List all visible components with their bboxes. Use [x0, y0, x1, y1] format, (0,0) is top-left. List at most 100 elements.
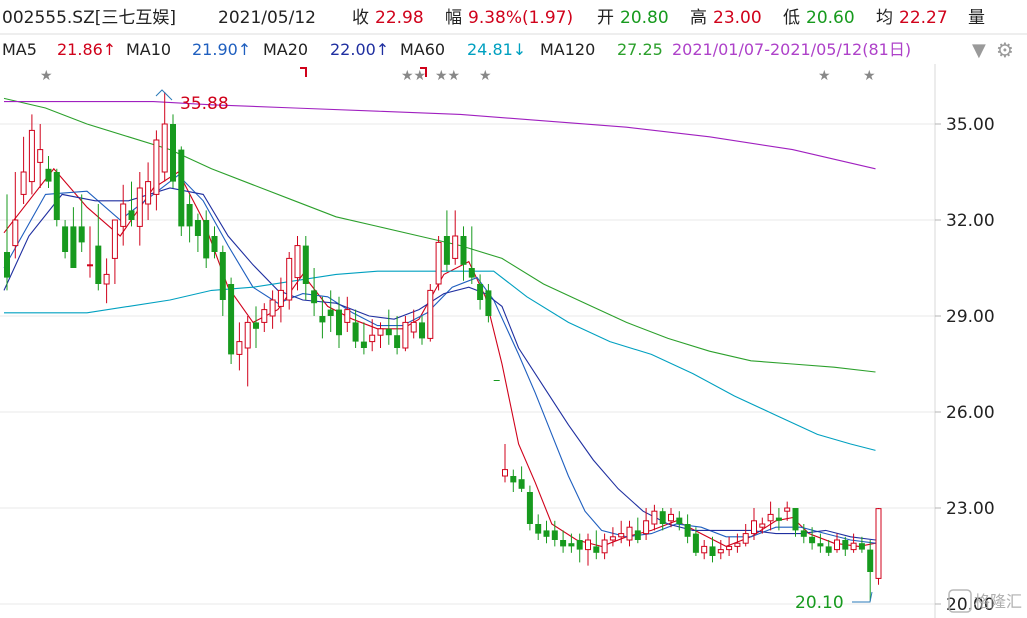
- y-axis-ticks: 35.0032.0029.0026.0023.0020.00: [935, 115, 995, 615]
- event-star-icon[interactable]: ★: [479, 68, 492, 84]
- candle: [543, 520, 550, 544]
- event-star-icon[interactable]: ★: [40, 68, 53, 84]
- candle: [609, 527, 616, 547]
- low-value: 20.60: [806, 8, 855, 28]
- candle-body: [37, 149, 44, 163]
- candle-body: [701, 545, 708, 554]
- candle: [145, 162, 152, 220]
- candle-body: [369, 334, 376, 343]
- candle-body: [360, 341, 367, 348]
- candle: [394, 316, 401, 355]
- candle: [120, 184, 127, 246]
- range-value: 9.38%(1.97): [468, 8, 573, 28]
- range-label: 幅: [445, 8, 462, 28]
- candle-body: [502, 469, 508, 477]
- candle-body: [485, 290, 492, 316]
- candle-body: [535, 524, 542, 534]
- candle: [435, 236, 442, 291]
- candle-body: [277, 289, 284, 307]
- event-star-icon[interactable]: ★★: [435, 68, 460, 84]
- candle-body: [551, 530, 558, 540]
- watermark-text: 格隆汇: [974, 592, 1022, 611]
- candle-body: [659, 511, 666, 524]
- candle-body: [194, 220, 201, 236]
- candle: [236, 322, 243, 371]
- event-star-icon[interactable]: ★★: [401, 68, 426, 84]
- ma20-value: 22.00↑: [330, 40, 389, 59]
- candle-body: [111, 219, 118, 259]
- ma10-name: MA10: [126, 40, 171, 59]
- ma20-name: MA20: [263, 40, 308, 59]
- candle-body: [834, 539, 840, 551]
- close-value: 22.98: [375, 8, 424, 28]
- candle-body: [510, 476, 517, 483]
- event-star-icon[interactable]: ★: [863, 68, 876, 84]
- candle: [576, 533, 583, 563]
- candle: [294, 236, 301, 291]
- flag-marker-icon[interactable]: [300, 67, 307, 77]
- candle: [170, 114, 176, 188]
- candle: [360, 322, 367, 355]
- candle: [468, 226, 475, 284]
- candle-body: [12, 219, 19, 247]
- candle: [452, 210, 459, 265]
- candle-body: [709, 546, 716, 556]
- candle-body: [643, 520, 650, 535]
- settings-gear-icon[interactable]: ⚙: [996, 38, 1014, 62]
- candle: [228, 277, 235, 364]
- candle: [87, 226, 93, 278]
- candle: [20, 136, 27, 204]
- candle-body: [62, 226, 69, 252]
- candle: [211, 226, 218, 259]
- avg-value: 22.27: [899, 8, 948, 28]
- candle-body: [742, 533, 749, 544]
- low-label: 低: [783, 8, 800, 28]
- candle-body: [103, 273, 110, 285]
- candle-body: [717, 549, 724, 554]
- candle: [45, 156, 52, 188]
- candle-body: [244, 321, 251, 349]
- dropdown-triangle-icon[interactable]: ▼: [972, 40, 986, 61]
- close-label: 收: [352, 8, 369, 28]
- y-tick-label: 29.00: [946, 307, 995, 327]
- candle: [4, 194, 10, 291]
- open-label: 开: [597, 8, 614, 28]
- candle-body: [867, 549, 874, 572]
- ma-legend: MA5 21.86↑ MA10 21.90↑ MA20 22.00↑ MA60 …: [2, 38, 1014, 62]
- event-markers: ★ ★★ ★★ ★ ★ ★: [40, 67, 876, 84]
- candle-body: [336, 309, 342, 336]
- candle-body: [344, 309, 351, 323]
- ma10-value: 21.90↑: [192, 40, 251, 59]
- low-price-label: 20.10: [795, 593, 844, 613]
- candle-body: [767, 513, 774, 522]
- candle-body: [219, 252, 226, 300]
- candle: [867, 540, 874, 601]
- candle-body: [78, 226, 85, 243]
- candle-body: [70, 226, 77, 268]
- candle-body: [253, 322, 259, 329]
- kline-chart[interactable]: 002555.SZ[三七互娱] 2021/05/12 收 22.98 幅 9.3…: [0, 0, 1027, 618]
- candle: [128, 181, 135, 227]
- candle-body: [468, 268, 475, 278]
- candle: [526, 485, 533, 531]
- candle-body: [568, 543, 575, 547]
- candle: [336, 296, 342, 348]
- volume-label: 量: [968, 8, 985, 28]
- ma60-name: MA60: [400, 40, 445, 59]
- candle-body: [784, 507, 791, 512]
- candle: [410, 309, 417, 339]
- ma250-line: [4, 101, 876, 170]
- candle: [510, 469, 517, 492]
- candle: [194, 213, 201, 252]
- candle: [560, 530, 567, 553]
- candle-body: [203, 220, 210, 259]
- candle-body: [609, 536, 616, 541]
- candle-body: [651, 510, 658, 525]
- event-star-icon[interactable]: ★: [818, 68, 831, 84]
- header-bar: 002555.SZ[三七互娱] 2021/05/12 收 22.98 幅 9.3…: [2, 8, 985, 28]
- candle-body: [427, 289, 434, 339]
- candle-body: [128, 210, 135, 220]
- candle: [518, 466, 525, 492]
- candle-body: [692, 533, 699, 553]
- candle-body: [543, 530, 550, 537]
